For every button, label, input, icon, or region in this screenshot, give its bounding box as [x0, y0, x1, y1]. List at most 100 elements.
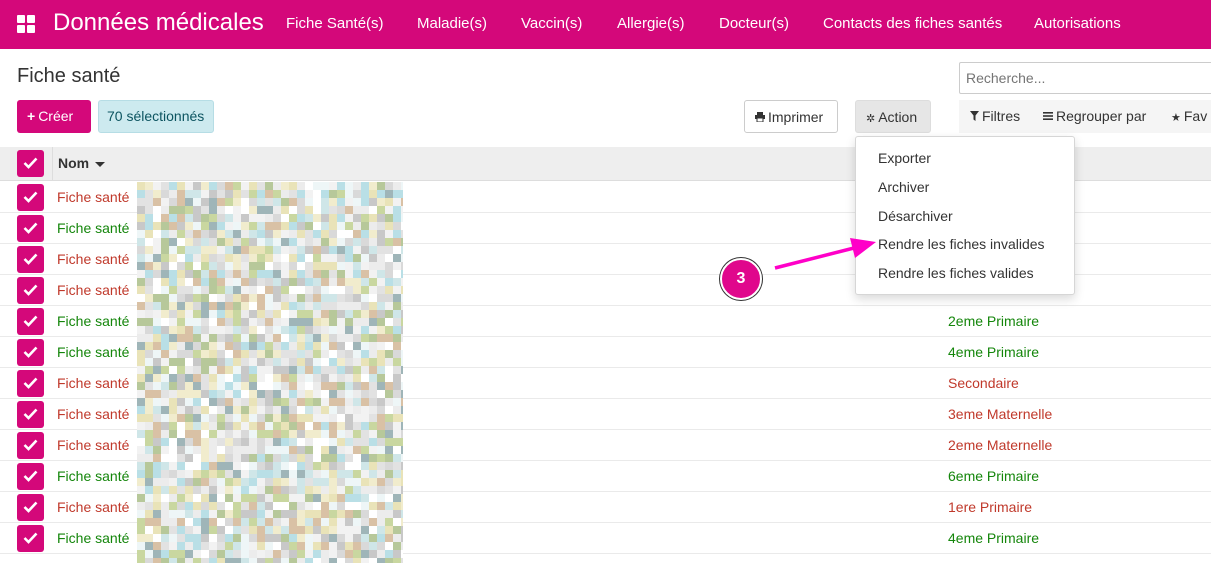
mosaic-pixel	[257, 518, 265, 526]
mosaic-pixel	[217, 286, 225, 294]
menu-item-exporter[interactable]: Exporter	[878, 150, 931, 166]
mosaic-pixel	[241, 302, 249, 310]
row-name[interactable]: Fiche santé	[57, 251, 129, 267]
action-button[interactable]: ✲ Action	[855, 100, 931, 133]
row-checkbox[interactable]	[17, 525, 44, 552]
mosaic-pixel	[353, 366, 361, 374]
mosaic-pixel	[161, 390, 169, 398]
row-checkbox[interactable]	[17, 463, 44, 490]
column-header-name[interactable]: Nom	[58, 155, 106, 171]
row-checkbox[interactable]	[17, 308, 44, 335]
mosaic-pixel	[377, 454, 385, 462]
mosaic-pixel	[297, 262, 305, 270]
row-name[interactable]: Fiche santé	[57, 406, 129, 422]
row-class[interactable]: 4eme Primaire	[948, 344, 1039, 360]
mosaic-pixel	[177, 526, 185, 534]
mosaic-pixel	[145, 334, 153, 342]
menu-item-archiver[interactable]: Archiver	[878, 179, 929, 195]
mosaic-pixel	[321, 526, 329, 534]
mosaic-pixel	[193, 350, 201, 358]
apps-grid-icon[interactable]	[17, 15, 35, 33]
mosaic-pixel	[209, 278, 217, 286]
row-checkbox[interactable]	[17, 277, 44, 304]
row-checkbox[interactable]	[17, 215, 44, 242]
mosaic-pixel	[201, 526, 209, 534]
row-class[interactable]: 6eme Primaire	[948, 468, 1039, 484]
row-checkbox[interactable]	[17, 339, 44, 366]
row-name[interactable]: Fiche santé	[57, 437, 129, 453]
row-checkbox[interactable]	[17, 494, 44, 521]
mosaic-pixel	[305, 486, 313, 494]
row-name[interactable]: Fiche santé	[57, 313, 129, 329]
row-checkbox[interactable]	[17, 432, 44, 459]
menu-item-valid[interactable]: Rendre les fiches valides	[878, 265, 1034, 281]
mosaic-pixel	[289, 454, 297, 462]
mosaic-pixel	[201, 310, 209, 318]
row-name[interactable]: Fiche santé	[57, 344, 129, 360]
create-button[interactable]: + Créer	[17, 100, 91, 133]
mosaic-pixel	[289, 486, 297, 494]
row-name[interactable]: Fiche santé	[57, 468, 129, 484]
row-checkbox[interactable]	[17, 401, 44, 428]
row-checkbox[interactable]	[17, 184, 44, 211]
mosaic-pixel	[377, 222, 385, 230]
row-class[interactable]: 3eme Maternelle	[948, 406, 1052, 422]
mosaic-pixel	[193, 334, 201, 342]
mosaic-pixel	[241, 534, 249, 542]
row-class[interactable]: 2eme Primaire	[948, 313, 1039, 329]
mosaic-pixel	[329, 478, 337, 486]
menu-maladie[interactable]: Maladie(s)	[417, 15, 487, 32]
row-checkbox[interactable]	[17, 370, 44, 397]
mosaic-pixel	[345, 382, 353, 390]
app-brand[interactable]: Données médicales	[53, 9, 264, 37]
mosaic-pixel	[281, 182, 289, 190]
row-name[interactable]: Fiche santé	[57, 530, 129, 546]
filters-button[interactable]: Filtres	[970, 108, 1020, 124]
row-name[interactable]: Fiche santé	[57, 282, 129, 298]
menu-autorisations[interactable]: Autorisations	[1034, 15, 1121, 32]
mosaic-pixel	[369, 526, 377, 534]
menu-item-desarchiver[interactable]: Désarchiver	[878, 208, 953, 224]
mosaic-pixel	[313, 222, 321, 230]
row-name[interactable]: Fiche santé	[57, 189, 129, 205]
row-class[interactable]: 4eme Primaire	[948, 530, 1039, 546]
row-name[interactable]: Fiche santé	[57, 375, 129, 391]
search-input[interactable]	[959, 62, 1211, 94]
menu-docteur[interactable]: Docteur(s)	[719, 15, 789, 32]
mosaic-pixel	[369, 230, 377, 238]
menu-contacts-fiches[interactable]: Contacts des fiches santés	[823, 15, 1002, 32]
mosaic-pixel	[217, 446, 225, 454]
row-class[interactable]: 2eme Maternelle	[948, 437, 1052, 453]
mosaic-pixel	[249, 494, 257, 502]
menu-vaccin[interactable]: Vaccin(s)	[521, 15, 582, 32]
mosaic-pixel	[177, 390, 185, 398]
row-class[interactable]: Secondaire	[948, 375, 1019, 391]
mosaic-pixel	[273, 294, 281, 302]
menu-fiche-sante[interactable]: Fiche Santé(s)	[286, 15, 384, 32]
mosaic-pixel	[161, 190, 169, 198]
row-class[interactable]: 1ere Primaire	[948, 499, 1032, 515]
mosaic-pixel	[265, 534, 273, 542]
step-number-badge: 3	[720, 258, 762, 300]
mosaic-pixel	[209, 294, 217, 302]
row-checkbox[interactable]	[17, 246, 44, 273]
favorites-button[interactable]: ★ Fav	[1171, 108, 1207, 124]
mosaic-pixel	[153, 350, 161, 358]
mosaic-pixel	[257, 398, 265, 406]
mosaic-pixel	[177, 502, 185, 510]
menu-item-invalid[interactable]: Rendre les fiches invalides	[878, 236, 1045, 252]
row-name[interactable]: Fiche santé	[57, 499, 129, 515]
print-button[interactable]: Imprimer	[744, 100, 838, 133]
mosaic-pixel	[177, 374, 185, 382]
mosaic-pixel	[177, 510, 185, 518]
row-name[interactable]: Fiche santé	[57, 220, 129, 236]
mosaic-pixel	[169, 502, 177, 510]
mosaic-pixel	[257, 326, 265, 334]
select-all-checkbox[interactable]	[17, 150, 44, 177]
menu-allergie[interactable]: Allergie(s)	[617, 15, 685, 32]
mosaic-pixel	[337, 390, 345, 398]
mosaic-pixel	[217, 502, 225, 510]
groupby-button[interactable]: Regrouper par	[1043, 108, 1146, 124]
mosaic-pixel	[273, 478, 281, 486]
mosaic-pixel	[353, 334, 361, 342]
